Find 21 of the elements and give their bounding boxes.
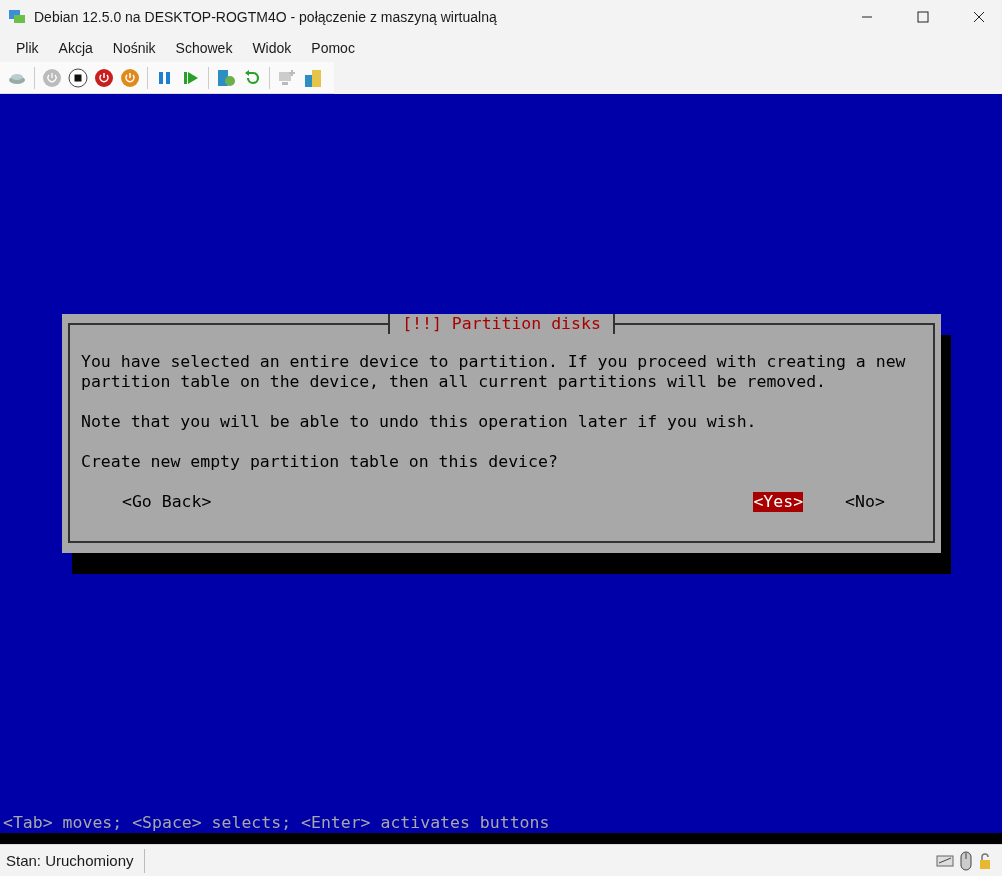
mouse-icon xyxy=(960,850,972,871)
maximize-icon[interactable] xyxy=(917,11,929,23)
close-icon[interactable] xyxy=(973,11,985,23)
menu-item[interactable]: Akcja xyxy=(48,40,103,56)
window-title: Debian 12.5.0 na DESKTOP-ROGTM4O - połączenie z maszyną wirtualną xyxy=(34,9,498,25)
status-text: Stan: Uruchomiony xyxy=(0,848,145,873)
dialog-title: [!!] Partition disks xyxy=(388,314,615,334)
stop-icon[interactable] xyxy=(65,65,91,90)
menu-item[interactable]: Schowek xyxy=(165,40,243,56)
menu-item[interactable]: Widok xyxy=(242,40,302,56)
dialog-button[interactable]: <No> xyxy=(845,492,885,512)
dialog-button[interactable]: <Go Back> xyxy=(122,492,212,512)
help-line: <Tab> moves; <Space> selects; <Enter> activates buttons xyxy=(2,813,551,833)
menu-item[interactable]: Nośnik xyxy=(102,40,166,56)
dialog-text: Create new empty partition table on this device? xyxy=(81,452,559,472)
lock-icon xyxy=(978,850,992,871)
dialog-text: You have selected an entire device to partition. If you proceed with creating a new partition table on the device, then all current partitions will be removed. xyxy=(81,352,907,392)
menu-item[interactable]: Plik xyxy=(6,40,49,56)
dialog-text: Note that you will be able to undo this operation later if you wish. xyxy=(81,412,758,432)
menu-item[interactable]: Pomoc xyxy=(301,40,365,56)
dialog-button[interactable]: <Yes> xyxy=(753,492,804,512)
